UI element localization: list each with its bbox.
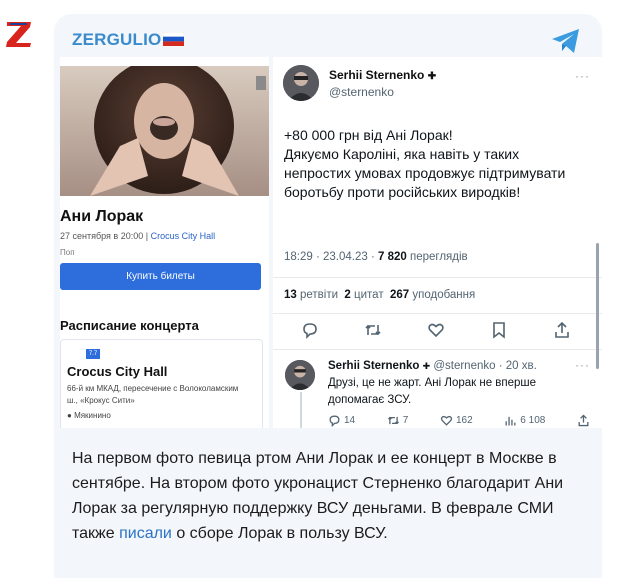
concert-venue[interactable]: Crocus City Hall <box>151 231 216 241</box>
reply-reply-button[interactable]: 14 <box>328 414 355 427</box>
divider <box>273 277 602 278</box>
quotes-label: цитат <box>350 289 390 301</box>
verified-icon: ✚ <box>427 71 437 82</box>
reply-more-icon[interactable]: ··· <box>575 358 590 372</box>
reply-likes-count: 162 <box>455 415 473 426</box>
reply-like-button[interactable]: 162 <box>440 414 473 427</box>
reply-author-avatar[interactable] <box>285 360 315 390</box>
retweets-label: ретвіти <box>296 289 345 301</box>
reply-header: Serhii Sternenko ✚ @sternenko · 20 хв. <box>328 360 537 372</box>
more-options-icon[interactable]: ··· <box>575 69 590 83</box>
likes-count[interactable]: 267 <box>390 289 409 301</box>
reply-text: Друзі, це не жарт. Ані Лорак не вперше д… <box>328 377 537 406</box>
reply-replies-count: 14 <box>344 415 356 426</box>
channel-name[interactable]: ZERGULIO <box>72 30 161 49</box>
views-label: переглядів <box>406 251 468 263</box>
caption-link[interactable]: писали <box>119 525 172 542</box>
hall-metro: ● Мякинино <box>67 411 111 420</box>
concert-title: Ани Лорак <box>60 208 144 225</box>
divider <box>273 349 602 350</box>
tweet-meta: 18:29 · 23.04.23 · 7 820 переглядів <box>284 251 468 263</box>
tweet-handle[interactable]: @sternenko <box>329 85 394 99</box>
hall-name: Crocus City Hall <box>67 364 168 379</box>
concert-screenshot: Ани Лорак 27 сентября в 20:00 | Crocus C… <box>60 57 269 428</box>
person-avatar-icon <box>283 65 319 101</box>
tweet-stats: 13 ретвіти 2 цитат 267 уподобання <box>284 289 475 301</box>
singer-photo <box>60 66 269 196</box>
bookmark-icon[interactable] <box>490 321 508 339</box>
tweet-screenshot: Serhii Sternenko ✚ @sternenko ··· +80 00… <box>273 57 602 428</box>
concert-date-venue: 27 сентября в 20:00 | Crocus City Hall <box>60 231 216 241</box>
reply-retweets-count: 7 <box>402 415 409 426</box>
metro-icon: ● <box>67 411 75 420</box>
z-logo-icon <box>6 22 31 47</box>
reply-views-button[interactable]: 6 108 <box>504 414 545 427</box>
reply-meta: @sternenko · 20 хв. <box>430 360 537 372</box>
reply-icon[interactable] <box>301 321 319 339</box>
likes-label: уподобання <box>409 289 476 301</box>
tweet-author-name: Serhii Sternenko <box>329 68 425 82</box>
caption-text-end: о сборе Лорак в пользу ВСУ. <box>171 525 388 542</box>
tweet-actions <box>301 321 571 339</box>
retweet-icon <box>387 416 399 425</box>
reply-actions: 14 7 162 6 108 <box>328 414 590 427</box>
hall-metro-label: Мякинино <box>74 411 111 420</box>
reply-tweet[interactable]: Serhii Sternenko ✚ @sternenko · 20 хв. ·… <box>273 352 602 428</box>
reply-share-button[interactable] <box>577 414 590 427</box>
like-icon <box>440 415 453 426</box>
telegram-icon[interactable] <box>551 28 581 59</box>
russia-flag-icon <box>163 32 185 46</box>
author-avatar[interactable] <box>283 65 319 101</box>
reply-author[interactable]: Serhii Sternenko <box>328 360 419 372</box>
channel-header[interactable]: ZERGULIO <box>72 30 185 50</box>
reply-icon <box>329 415 340 427</box>
thread-line <box>300 392 302 428</box>
person-avatar-icon <box>285 360 315 390</box>
hall-address: 66-й км МКАД, пересечение с Волоколамски… <box>67 384 239 405</box>
day-tag: 7.7 <box>86 349 100 359</box>
concert-genre: Поп <box>60 248 75 257</box>
schedule-item[interactable]: 7.7 Crocus City Hall 66-й км МКАД, перес… <box>60 339 263 428</box>
views-count: 7 820 <box>377 251 407 263</box>
reply-retweet-button[interactable]: 7 <box>387 414 409 427</box>
tweet-text: +80 000 грн від Ані Лорак! Дякуємо Карол… <box>284 127 566 200</box>
retweet-icon[interactable] <box>364 321 382 339</box>
post-caption: На первом фото певица ртом Ани Лорак и е… <box>72 446 592 546</box>
reply-views-count: 6 108 <box>520 415 546 426</box>
divider <box>273 313 602 314</box>
verified-icon: ✚ <box>422 361 431 371</box>
retweets-count[interactable]: 13 <box>284 289 297 301</box>
buy-tickets-button[interactable]: Купить билеты <box>60 263 261 290</box>
channel-avatar[interactable] <box>4 18 34 50</box>
tweet-scrollbar[interactable] <box>596 243 599 369</box>
like-icon[interactable] <box>427 321 445 339</box>
concert-date: 27 сентября в 20:00 <box>60 231 144 241</box>
tweet-time-date[interactable]: 18:29 · 23.04.23 · <box>284 251 378 263</box>
tweet-author[interactable]: Serhii Sternenko ✚ <box>329 68 436 82</box>
schedule-title: Расписание концерта <box>60 318 199 333</box>
share-icon <box>578 414 589 427</box>
views-icon <box>505 416 516 426</box>
share-icon[interactable] <box>553 321 571 339</box>
